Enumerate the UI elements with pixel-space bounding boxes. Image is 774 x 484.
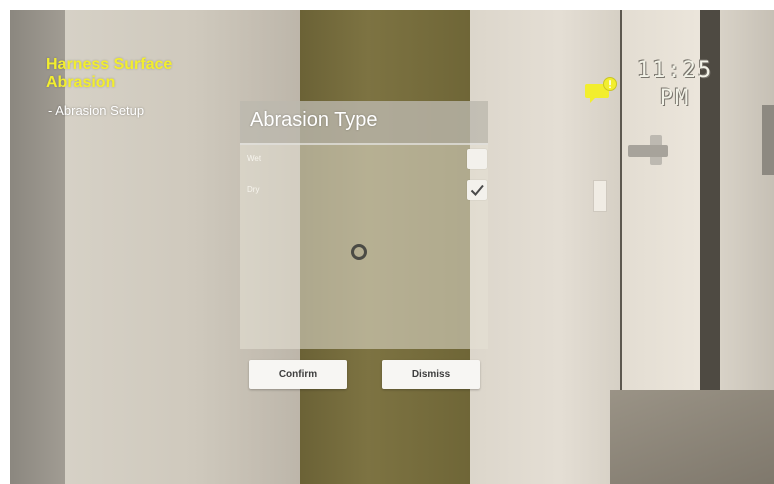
option-dry[interactable]: Dry [240,180,488,204]
scene-floor [610,390,774,484]
confirm-button[interactable]: Confirm [249,360,347,389]
option-wet-label: Wet [247,154,262,163]
option-wet-checkbox[interactable] [467,149,487,169]
task-title: Harness Surface Abrasion [46,56,173,91]
check-icon [470,184,484,196]
dialog-header: Abrasion Type [240,101,488,145]
scene-door-handle [628,145,668,157]
option-dry-label: Dry [247,185,260,194]
clock: 11:25 PM [630,57,720,113]
dismiss-button[interactable]: Dismiss [382,360,480,389]
chat-bubble-alert-icon[interactable] [585,76,619,106]
abrasion-type-dialog: Abrasion Type Wet Dry [240,101,488,349]
task-step: - Abrasion Setup [48,103,145,118]
option-wet[interactable]: Wet [240,149,488,173]
ar-viewport: Harness Surface Abrasion - Abrasion Setu… [10,10,774,484]
dialog-title: Abrasion Type [250,109,378,131]
clock-period: PM [659,86,691,111]
scene-far-handle [762,105,774,175]
option-dry-checkbox[interactable] [467,180,487,200]
scene-switch-plate [593,180,607,212]
clock-time: 11:25 [636,58,714,83]
gaze-cursor [351,244,367,260]
